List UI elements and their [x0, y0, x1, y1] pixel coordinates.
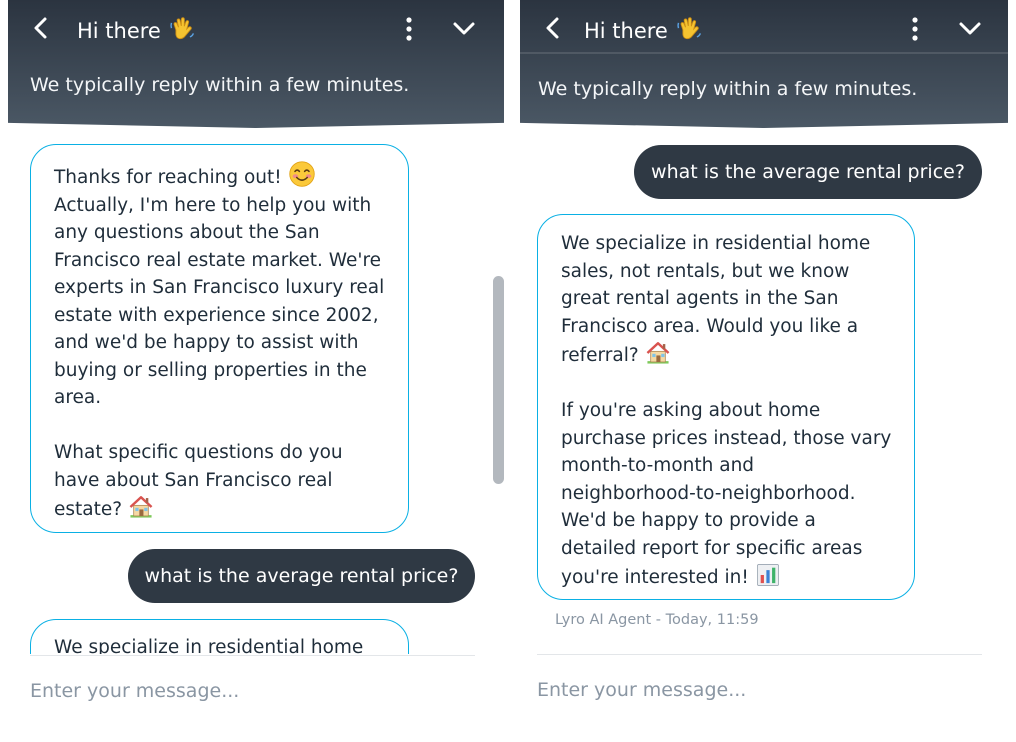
- scrollbar-thumb[interactable]: [493, 276, 504, 484]
- message-input[interactable]: Enter your message...: [537, 679, 746, 701]
- chat-header: Hi there We typically reply within a few…: [520, 0, 1008, 128]
- message-text: what is the average rental price?: [651, 161, 965, 183]
- waving-hand-icon: [168, 15, 196, 43]
- more-vertical-icon[interactable]: [404, 16, 414, 42]
- message-paragraph: Thanks for reaching out!: [54, 160, 386, 192]
- composer-divider: [30, 655, 475, 656]
- user-message: what is the average rental price?: [128, 549, 475, 603]
- header-title-text: Hi there: [584, 19, 668, 43]
- message-paragraph: If you're asking about home purchase pri…: [561, 397, 894, 592]
- header-subtitle: We typically reply within a few minutes.: [538, 78, 918, 100]
- message-text: We specialize in residential home: [54, 637, 364, 654]
- message-input-placeholder: Enter your message...: [537, 679, 747, 701]
- chevron-down-icon[interactable]: [957, 17, 983, 41]
- message-input[interactable]: Enter your message...: [30, 680, 239, 702]
- bar-chart-icon: [755, 562, 781, 588]
- header-divider: [520, 52, 1008, 54]
- message-text: What specific questions do you have abou…: [54, 442, 343, 520]
- message-meta: Lyro AI Agent - Today, 11:59: [555, 612, 759, 628]
- chat-widget-left: Hi there We typically reply within a few…: [8, 0, 504, 742]
- house-icon: [128, 494, 154, 520]
- header-title: Hi there: [584, 15, 703, 43]
- house-icon: [645, 340, 671, 366]
- header-subtitle: We typically reply within a few minutes.: [30, 74, 410, 96]
- message-list[interactable]: Thanks for reaching out! Actually, I'm h…: [8, 136, 504, 654]
- header-title: Hi there: [77, 15, 196, 43]
- chat-header: Hi there We typically reply within a few…: [8, 0, 504, 128]
- message-input-placeholder: Enter your message...: [30, 680, 240, 702]
- smiling-face-icon: [288, 160, 316, 188]
- message-text: Thanks for reaching out!: [54, 167, 282, 188]
- agent-message: Thanks for reaching out! Actually, I'm h…: [30, 144, 409, 533]
- message-paragraph: We specialize in residential home sales,…: [561, 230, 894, 370]
- message-paragraph: What specific questions do you have abou…: [54, 439, 386, 524]
- header-title-text: Hi there: [77, 19, 161, 43]
- agent-message: We specialize in residential home: [30, 619, 409, 654]
- more-vertical-icon[interactable]: [910, 16, 920, 42]
- message-text: If you're asking about home purchase pri…: [561, 400, 892, 588]
- chevron-down-icon[interactable]: [451, 17, 477, 41]
- user-message: what is the average rental price?: [634, 145, 982, 199]
- message-text: what is the average rental price?: [144, 565, 459, 587]
- waving-hand-icon: [675, 15, 703, 43]
- back-icon[interactable]: [541, 16, 565, 40]
- message-text: We specialize in residential home sales,…: [561, 233, 871, 366]
- message-paragraph: Actually, I'm here to help you with any …: [54, 194, 385, 409]
- agent-message: We specialize in residential home sales,…: [537, 214, 915, 600]
- composer-divider: [537, 654, 982, 655]
- chat-widget-right: Hi there We typically reply within a few…: [520, 0, 1008, 742]
- back-icon[interactable]: [29, 16, 53, 40]
